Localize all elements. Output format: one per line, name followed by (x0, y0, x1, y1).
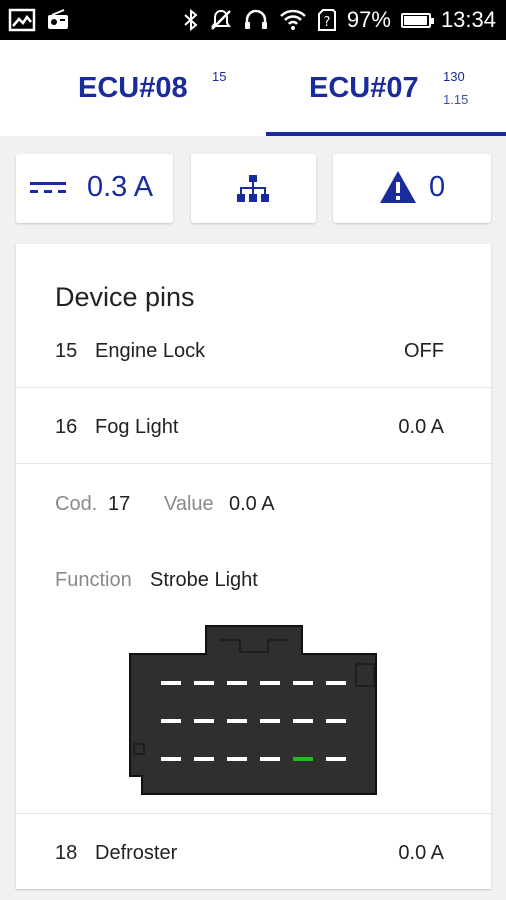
pin-name: Fog Light (95, 416, 179, 438)
alerts-card[interactable]: 0 (333, 154, 491, 223)
battery-level (403, 15, 427, 25)
warning-icon (380, 171, 416, 203)
connector-pin[interactable] (326, 757, 346, 761)
status-bar: ? 97% 13:34 (0, 0, 506, 40)
connector-pin[interactable] (227, 719, 247, 723)
connector-pin[interactable] (260, 757, 280, 761)
tab-version: 1.15 (443, 92, 469, 107)
wifi-icon (280, 9, 306, 30)
cod-value: 17 (108, 493, 131, 515)
connector-pin[interactable] (194, 757, 214, 761)
value-value: 0.0 A (229, 493, 275, 515)
network-icon (237, 175, 269, 202)
battery-icon (400, 12, 434, 28)
connector-pin[interactable] (161, 719, 181, 723)
tab-label: ECU#07 (309, 72, 419, 104)
clock: 13:34 (440, 7, 496, 32)
ecu-tabs: ECU#08 15 ECU#07 130 1.15 (0, 40, 506, 136)
headset-icon (244, 9, 267, 29)
status-right: ? 97% 13:34 (183, 0, 496, 40)
connector-pin[interactable] (194, 681, 214, 685)
pin-row[interactable]: 18 Defroster 0.0 A (16, 813, 491, 889)
connector-pin[interactable] (161, 681, 181, 685)
connector-pin[interactable] (161, 757, 181, 761)
pin-value: OFF (404, 340, 444, 362)
pin-number: 15 (55, 340, 78, 362)
tab-ecu-07[interactable]: ECU#07 130 1.15 (266, 40, 506, 136)
pin-name: Engine Lock (95, 340, 206, 362)
no-sim-icon: ? (317, 9, 336, 31)
pin-number: 18 (55, 842, 78, 864)
connector-pin[interactable] (260, 719, 280, 723)
connector-pin[interactable] (194, 719, 214, 723)
image-icon (8, 8, 36, 32)
tab-count: 130 (443, 69, 465, 84)
dc-current-icon (30, 182, 66, 193)
bluetooth-icon (184, 8, 198, 32)
connector-pin-active[interactable] (293, 757, 313, 761)
connector-pin[interactable] (260, 681, 280, 685)
tab-ecu-08[interactable]: ECU#08 15 (0, 40, 266, 136)
network-card[interactable] (191, 154, 316, 223)
function-value: Strobe Light (150, 569, 258, 591)
battery-percent: 97% (346, 7, 391, 32)
connector-pin[interactable] (227, 681, 247, 685)
radio-icon (48, 9, 68, 29)
pin-value: 0.0 A (398, 416, 444, 438)
connector-pin[interactable] (293, 681, 313, 685)
pin-value: 0.0 A (398, 842, 444, 864)
connector-pin[interactable] (293, 719, 313, 723)
connector-diagram (129, 625, 377, 795)
svg-text:?: ? (323, 15, 330, 30)
connector-pin[interactable] (326, 719, 346, 723)
mute-icon (211, 9, 231, 30)
value-label: Value (164, 493, 214, 515)
alerts-count: 0 (429, 171, 446, 203)
current-card[interactable]: 0.3 A (16, 154, 173, 223)
connector-pin[interactable] (326, 681, 346, 685)
cod-label: Cod. (55, 493, 98, 515)
tab-selected-indicator (266, 132, 506, 136)
tab-count: 15 (212, 69, 227, 84)
pin-row[interactable]: 16 Fog Light 0.0 A (16, 388, 491, 464)
status-left (8, 8, 70, 32)
tab-label: ECU#08 (78, 72, 188, 104)
function-label: Function (55, 569, 132, 591)
device-pins-panel: Device pins 15 Engine Lock OFF 16 Fog Li… (16, 244, 491, 889)
pin-number: 16 (55, 416, 78, 438)
panel-title: Device pins (55, 282, 195, 312)
current-value: 0.3 A (87, 171, 154, 203)
connector-pin[interactable] (227, 757, 247, 761)
pin-row[interactable]: 15 Engine Lock OFF (16, 340, 491, 388)
pin-name: Defroster (95, 842, 178, 864)
